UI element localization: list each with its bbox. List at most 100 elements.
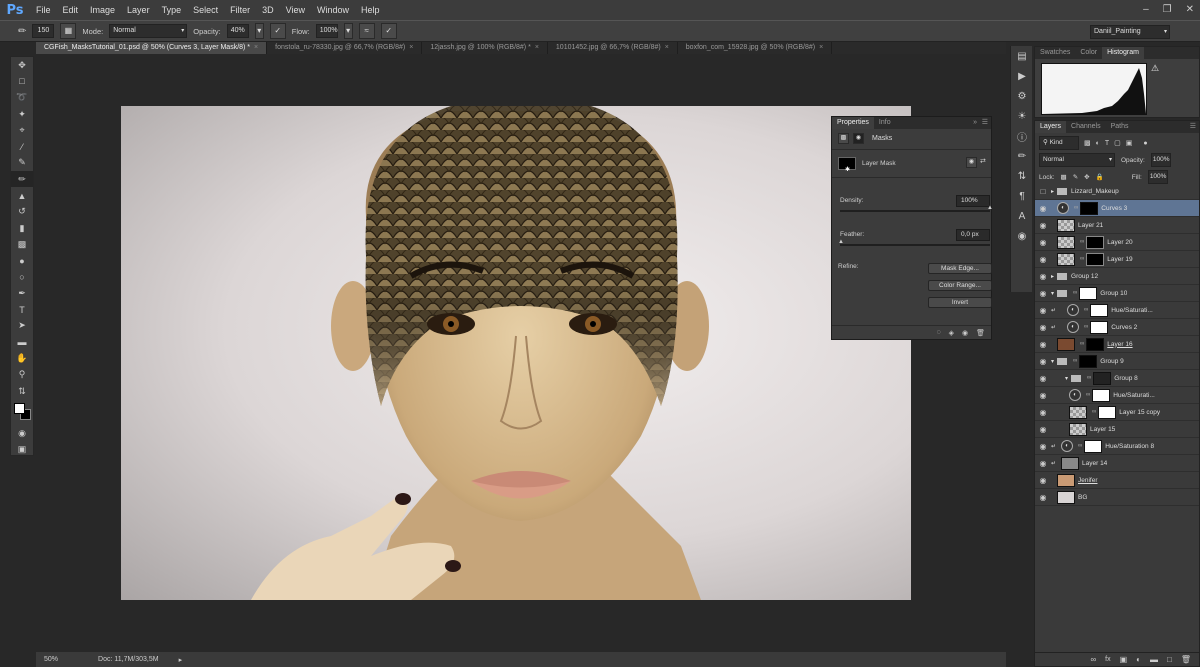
eye-icon[interactable]: ◉ xyxy=(1035,255,1051,264)
menu-window[interactable]: Window xyxy=(311,0,355,20)
character-icon[interactable]: A xyxy=(1011,206,1033,226)
eye-icon[interactable]: ◉ xyxy=(1035,493,1051,502)
layer-row[interactable]: ◉ Layer 21 xyxy=(1035,217,1199,234)
type-tool-icon[interactable]: T xyxy=(11,301,33,317)
expand-icon[interactable]: ▸ xyxy=(1051,188,1054,195)
close-icon[interactable]: × xyxy=(535,44,539,51)
collapse-icon[interactable]: ▾ xyxy=(1051,358,1054,365)
eye-icon[interactable]: ◉ xyxy=(1035,221,1051,230)
lasso-tool-icon[interactable]: ➰ xyxy=(11,90,33,106)
document-tab[interactable]: 10101452.jpg @ 66,7% (RGB/8#) × xyxy=(548,42,678,54)
close-icon[interactable]: × xyxy=(409,44,413,51)
new-adjustment-icon[interactable]: ◐ xyxy=(1136,655,1141,664)
menu-type[interactable]: Type xyxy=(156,0,188,20)
eye-icon[interactable]: ◉ xyxy=(1035,459,1051,468)
opacity-dropdown-icon[interactable]: ▾ xyxy=(254,23,264,39)
collapse-icon[interactable]: ▾ xyxy=(1065,375,1068,382)
layer-mask-thumbnail[interactable] xyxy=(1090,320,1109,334)
tab-histogram[interactable]: Histogram xyxy=(1102,47,1144,59)
panel-menu-icon[interactable]: ☰ xyxy=(1190,121,1196,133)
minimize-icon[interactable]: – xyxy=(1143,0,1149,20)
lock-transparency-icon[interactable]: ▩ xyxy=(1061,173,1067,181)
pen-tool-icon[interactable]: ✒ xyxy=(11,285,33,301)
menu-select[interactable]: Select xyxy=(187,0,224,20)
opacity-input[interactable]: 40% xyxy=(226,24,249,38)
layer-mask-thumbnail[interactable] xyxy=(1079,354,1098,368)
tab-info[interactable]: Info xyxy=(874,117,896,129)
tab-swatches[interactable]: Swatches xyxy=(1035,47,1075,59)
layer-row[interactable]: ◉ ↵ ◐ ∞ Curves 2 xyxy=(1035,319,1199,336)
layer-mask-thumbnail[interactable] xyxy=(1079,286,1098,300)
panel-menu-icon[interactable]: ☰ xyxy=(982,117,988,129)
shape-tool-icon[interactable]: ▬ xyxy=(11,334,33,350)
layer-row[interactable]: ◉ ↵ ◐ ∞ Hue/Saturati... xyxy=(1035,302,1199,319)
filter-type-icon[interactable]: T xyxy=(1105,140,1109,147)
layer-row[interactable]: ◉ ↵ ◐ ∞ Hue/Saturation 8 xyxy=(1035,438,1199,455)
info-icon[interactable]: ⓘ xyxy=(1011,126,1033,146)
select-mask-icon[interactable]: ◉ xyxy=(966,157,977,168)
eye-icon[interactable]: ◉ xyxy=(1035,425,1051,434)
tab-properties[interactable]: Properties xyxy=(832,117,874,129)
apply-mask-icon[interactable]: ⇄ xyxy=(980,157,986,165)
paragraph-icon[interactable]: ¶ xyxy=(1011,186,1033,206)
path-selection-tool-icon[interactable]: ➤ xyxy=(11,318,33,334)
warning-icon[interactable]: ⚠ xyxy=(1151,63,1159,74)
collapse-icon[interactable]: ▾ xyxy=(1051,290,1054,297)
blend-mode-dropdown[interactable]: Normal ▾ xyxy=(1039,153,1115,167)
apply-mask-icon[interactable]: ◈ xyxy=(949,329,954,337)
layer-filter-dropdown[interactable]: ⚲ Kind xyxy=(1039,136,1079,150)
eye-icon[interactable]: ◉ xyxy=(1035,442,1051,451)
status-menu-icon[interactable]: ▸ xyxy=(179,656,183,664)
document-tab[interactable]: fonstola_ru-78330.jpg @ 66,7% (RGB/8#) × xyxy=(267,42,423,54)
close-icon[interactable]: × xyxy=(819,44,823,51)
mode-dropdown[interactable]: Normal ▾ xyxy=(109,24,188,38)
visibility-off-icon[interactable]: □ xyxy=(1035,187,1051,196)
trash-icon[interactable]: 🗑 xyxy=(976,329,985,337)
marquee-tool-icon[interactable]: □ xyxy=(11,73,33,89)
menu-help[interactable]: Help xyxy=(355,0,386,20)
load-selection-icon[interactable]: ◌ xyxy=(936,329,940,336)
layer-mask-thumbnail[interactable] xyxy=(1090,303,1109,317)
layer-mask-thumbnail[interactable] xyxy=(1086,235,1105,249)
layer-mask-thumbnail[interactable] xyxy=(1093,371,1112,385)
layer-mask-thumbnail[interactable] xyxy=(1092,388,1111,402)
document-tab[interactable]: boxfon_com_15928.jpg @ 50% (RGB/8#) × xyxy=(678,42,833,54)
flow-dropdown-icon[interactable]: ▾ xyxy=(343,23,353,39)
layer-row[interactable]: ◉ ∞ Layer 19 xyxy=(1035,251,1199,268)
restore-icon[interactable]: ❐ xyxy=(1163,0,1172,20)
settings-icon[interactable]: ⚙ xyxy=(1011,86,1033,106)
eye-icon[interactable]: ◉ xyxy=(1035,238,1051,247)
new-group-icon[interactable]: ▬ xyxy=(1150,655,1158,664)
filter-shape-icon[interactable]: ▢ xyxy=(1114,139,1121,147)
document-canvas[interactable] xyxy=(121,106,911,600)
fill-input[interactable]: 100% xyxy=(1147,170,1168,184)
density-slider-handle[interactable]: ▲ xyxy=(987,205,993,211)
screen-mode-icon[interactable]: ▣ xyxy=(11,442,33,458)
filter-pixel-icon[interactable]: ▩ xyxy=(1084,139,1091,147)
document-tab[interactable]: 12jassh.jpg @ 100% (RGB/8#) * × xyxy=(422,42,548,54)
menu-edit[interactable]: Edit xyxy=(57,0,85,20)
layer-mask-thumbnail[interactable] xyxy=(1080,201,1099,215)
document-tab[interactable]: CGFish_MasksTutorial_01.psd @ 50% (Curve… xyxy=(36,42,268,54)
vector-mask-icon[interactable]: ◉ xyxy=(853,133,864,144)
eye-icon[interactable]: ◉ xyxy=(1035,374,1051,383)
swap-colors-icon[interactable]: ⇅ xyxy=(11,383,33,399)
new-layer-icon[interactable]: □ xyxy=(1167,655,1172,664)
layer-row[interactable]: ◉ ▸ Group 12 xyxy=(1035,268,1199,285)
crop-tool-icon[interactable]: ⌖ xyxy=(11,122,33,138)
eraser-tool-icon[interactable]: ▮ xyxy=(11,220,33,236)
zoom-level[interactable]: 50% xyxy=(44,656,58,663)
eye-icon[interactable]: ◉ xyxy=(1035,340,1051,349)
layer-row[interactable]: ◉ ◐ ∞ Hue/Saturati... xyxy=(1035,387,1199,404)
layer-mask-thumbnail[interactable] xyxy=(1098,405,1117,419)
history-brush-tool-icon[interactable]: ↺ xyxy=(11,204,33,220)
eye-icon[interactable]: ◉ xyxy=(1035,323,1051,332)
brush-panel-icon[interactable]: ▦ xyxy=(60,23,77,39)
menu-3d[interactable]: 3D xyxy=(256,0,280,20)
layer-row[interactable]: ◉ Layer 15 xyxy=(1035,421,1199,438)
layer-row[interactable]: ◉ ◐ ∞ Curves 3 xyxy=(1035,200,1199,217)
lock-pixels-icon[interactable]: ✎ xyxy=(1073,173,1078,181)
layer-row[interactable]: ◉ ∞ Layer 16 xyxy=(1035,336,1199,353)
dodge-tool-icon[interactable]: ○ xyxy=(11,269,33,285)
menu-layer[interactable]: Layer xyxy=(121,0,156,20)
